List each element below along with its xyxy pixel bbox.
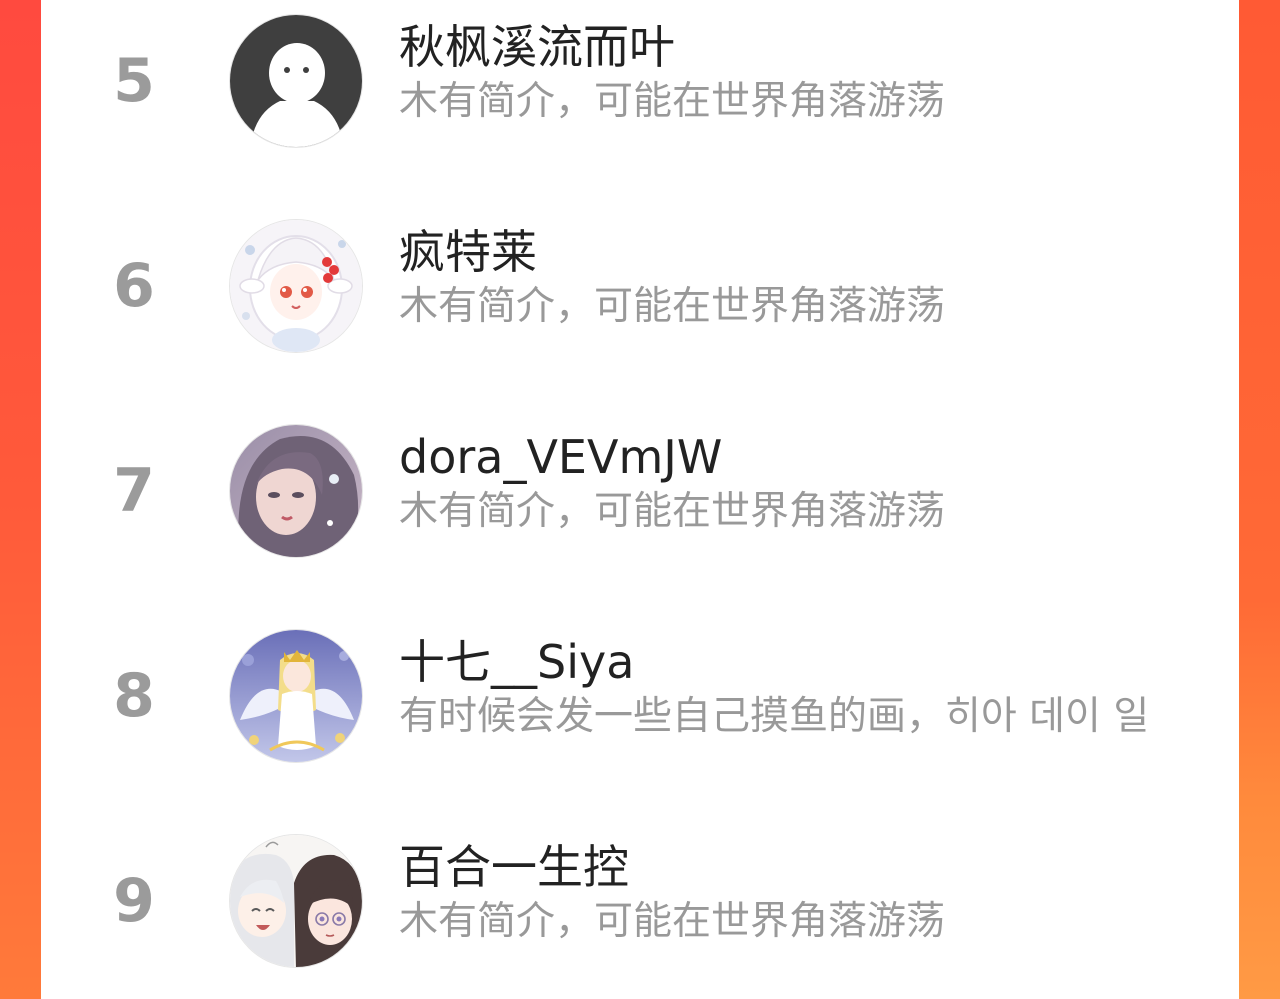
user-bio: 木有简介，可能在世界角落游荡: [399, 899, 946, 944]
rank-number: 8: [113, 661, 155, 731]
user-name[interactable]: 秋枫溪流而叶: [399, 18, 675, 76]
illustrated-girl-avatar-icon[interactable]: [229, 424, 363, 558]
user-bio: 木有简介，可能在世界角落游荡: [399, 489, 946, 534]
ranking-row-7[interactable]: 7 dora_VEVmJW 木有简介，可能在世界角落游荡: [41, 424, 1239, 564]
anime-girl-white-hair-avatar-icon[interactable]: [229, 219, 363, 353]
user-bio: 木有简介，可能在世界角落游荡: [399, 284, 946, 329]
user-bio: 木有简介，可能在世界角落游荡: [399, 79, 946, 124]
ranking-row-6[interactable]: 6 疯特莱 木有简介，可能在世界角落游荡: [41, 219, 1239, 359]
rank-number: 6: [113, 251, 155, 321]
user-bio: 有时候会发一些自己摸鱼的画，히아 데이 일: [399, 694, 1150, 739]
rank-number: 9: [113, 866, 155, 936]
ranking-row-5[interactable]: 5 秋枫溪流而叶 木有简介，可能在世界角落游荡: [41, 14, 1239, 154]
user-name[interactable]: 百合一生控: [399, 838, 629, 896]
user-name[interactable]: 十七__Siya: [399, 633, 634, 691]
ranking-list-card: 5 秋枫溪流而叶 木有简介，可能在世界角落游荡 6 疯特莱 木有简介，可能在世界…: [41, 0, 1239, 999]
angel-wings-girl-avatar-icon[interactable]: [229, 629, 363, 763]
rank-number: 5: [113, 46, 155, 116]
default-ghost-avatar-icon[interactable]: [229, 14, 363, 148]
user-name[interactable]: 疯特莱: [399, 223, 537, 281]
ranking-row-8[interactable]: 8 十七__Siya 有时候会发一些自己摸鱼的画，히아 데이 일: [41, 629, 1239, 769]
two-anime-girls-avatar-icon[interactable]: [229, 834, 363, 968]
ranking-row-9[interactable]: 9 百合一生控 木有简介，可能在世界角落游荡: [41, 834, 1239, 974]
background-right-strip: [1239, 0, 1280, 999]
user-name[interactable]: dora_VEVmJW: [399, 428, 722, 486]
rank-number: 7: [113, 456, 155, 526]
